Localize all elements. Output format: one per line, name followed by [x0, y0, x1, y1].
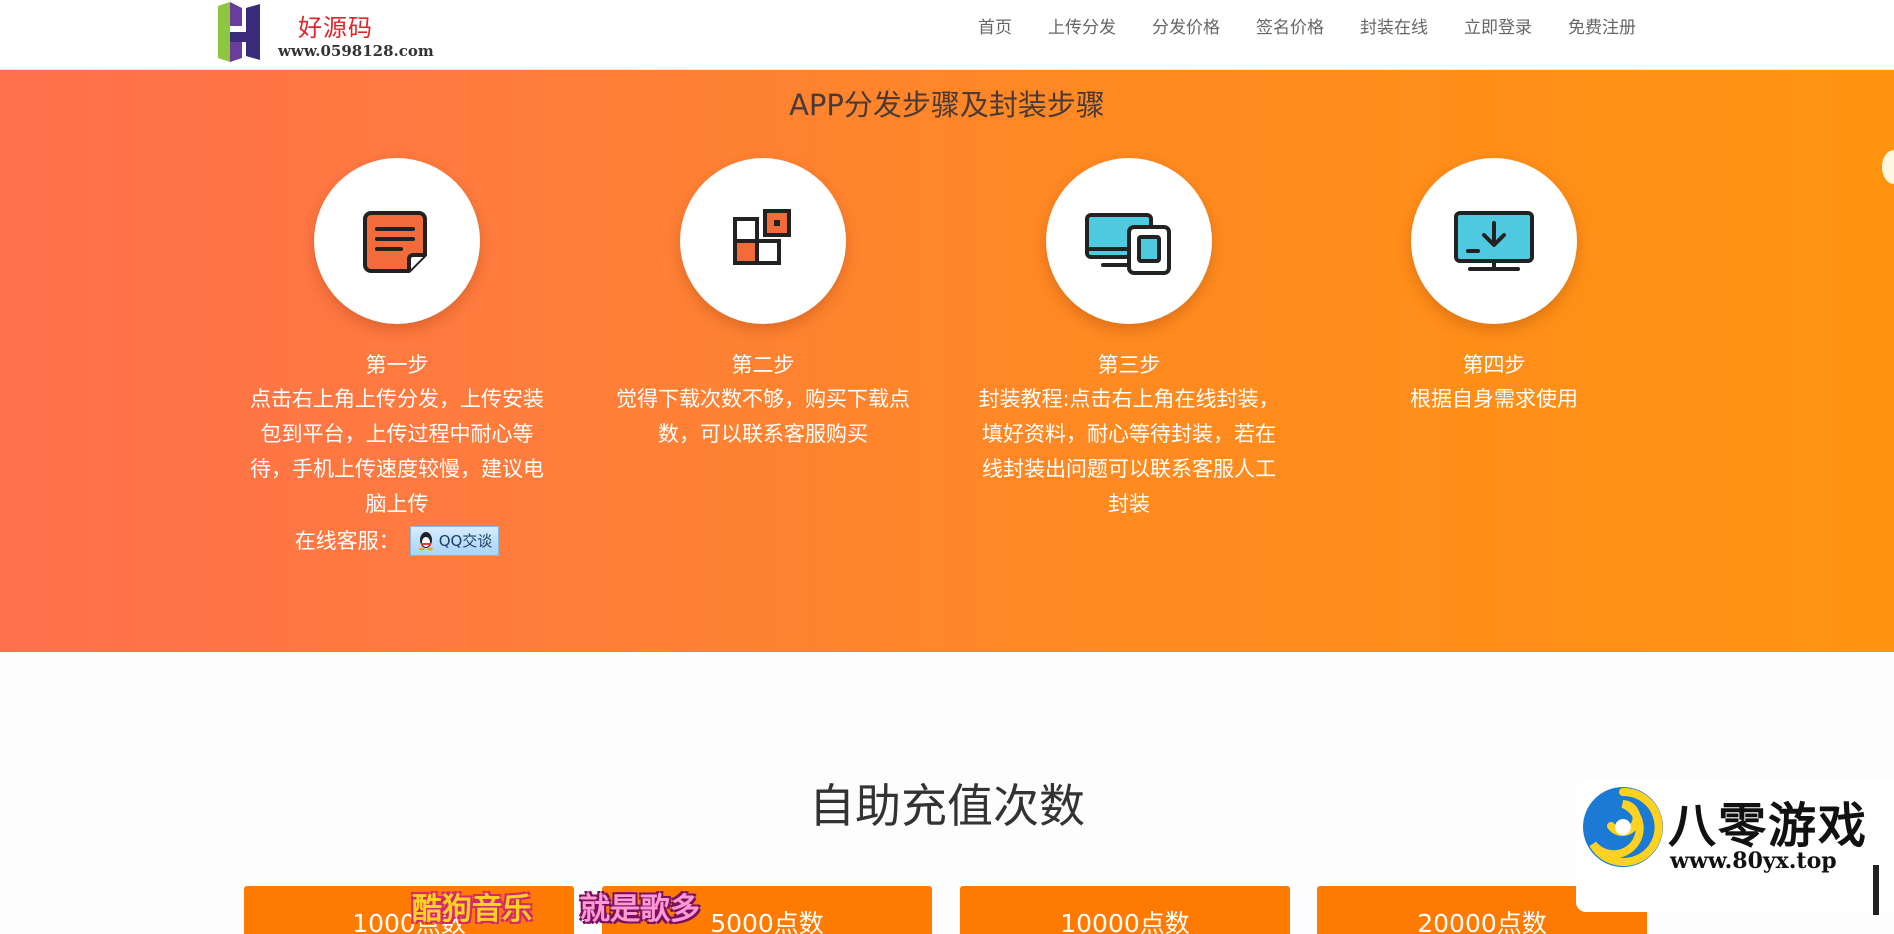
step-4-name: 第四步	[1462, 353, 1526, 377]
step-3: 第三步 封装教程:点击右上角在线封装，填好资料，耐心等待封装，若在线封装出问题可…	[964, 158, 1294, 522]
swirl-logo-icon	[1583, 787, 1663, 867]
page: 好源码 www.0598128.com 首页 上传分发 分发价格 签名价格 封装…	[0, 0, 1894, 934]
qq-chat-label: QQ交谈	[438, 532, 493, 550]
step-1-desc: 点击右上角上传分发，上传安装包到平台，上传过程中耐心等待，手机上传速度较慢，建议…	[250, 387, 544, 516]
step-1-name: 第一步	[365, 353, 429, 377]
brand-watermark: 八零游戏 www.80yx.top	[1576, 780, 1894, 912]
brand-watermark-cn: 八零游戏	[1668, 798, 1869, 854]
step-4: 第四步 根据自身需求使用	[1329, 158, 1659, 417]
hero-title: APP分发步骤及封装步骤	[789, 88, 1105, 122]
logo-h-icon	[218, 2, 260, 62]
package-label: 10000点数	[1060, 909, 1190, 934]
corner-bar	[1873, 865, 1879, 915]
step-1: 第一步 点击右上角上传分发，上传安装包到平台，上传过程中耐心等待，手机上传速度较…	[232, 158, 562, 560]
main-nav: 首页 上传分发 分发价格 签名价格 封装在线 立即登录 免费注册	[960, 14, 1654, 42]
logo-text-cn: 好源码	[298, 14, 373, 42]
step-3-circle	[1046, 158, 1212, 324]
nav-home[interactable]: 首页	[960, 14, 1030, 42]
step-2-name: 第二步	[731, 353, 795, 377]
step-2-circle	[680, 158, 846, 324]
devices-icon	[1085, 213, 1171, 275]
logo-text-url: www.0598128.com	[278, 42, 434, 60]
online-service-row: 在线客服： QQ交谈	[232, 522, 562, 560]
step-3-desc: 封装教程:点击右上角在线封装，填好资料，耐心等待封装，若在线封装出问题可以联系客…	[978, 387, 1280, 516]
site-header: 好源码 www.0598128.com 首页 上传分发 分发价格 签名价格 封装…	[0, 0, 1894, 70]
package-10000[interactable]: 10000点数	[960, 886, 1290, 934]
corner-badge	[1882, 150, 1894, 184]
nav-upload-distribute[interactable]: 上传分发	[1030, 14, 1134, 42]
step-3-name: 第三步	[1097, 353, 1161, 377]
lyric-text-right: 就是歌多	[580, 892, 700, 927]
step-1-circle	[314, 158, 480, 324]
site-logo[interactable]: 好源码 www.0598128.com	[216, 2, 446, 64]
step-2: 第二步 觉得下载次数不够，购买下载点数，可以联系客服购买	[598, 158, 928, 452]
nav-distribute-price[interactable]: 分发价格	[1134, 14, 1238, 42]
nav-sign-price[interactable]: 签名价格	[1238, 14, 1342, 42]
nav-register[interactable]: 免费注册	[1550, 14, 1654, 42]
step-4-circle	[1411, 158, 1577, 324]
lyric-text-left: 酷狗音乐	[412, 892, 532, 927]
step-4-desc: 根据自身需求使用	[1410, 387, 1578, 411]
apps-grid-icon	[733, 209, 791, 265]
monitor-download-icon	[1454, 211, 1534, 271]
step-2-desc: 觉得下载次数不够，购买下载点数，可以联系客服购买	[616, 387, 910, 446]
nav-wrap-online[interactable]: 封装在线	[1342, 14, 1446, 42]
qq-penguin-icon	[418, 532, 433, 551]
online-service-label: 在线客服：	[294, 529, 400, 553]
brand-watermark-url: www.80yx.top	[1670, 848, 1837, 874]
qq-chat-button[interactable]: QQ交谈	[409, 526, 500, 556]
steps-hero: APP分发步骤及封装步骤 第一步 点击右上角上传分发，上传安装包到平台，上传过程…	[0, 70, 1894, 652]
nav-login[interactable]: 立即登录	[1446, 14, 1550, 42]
document-icon	[363, 211, 427, 273]
